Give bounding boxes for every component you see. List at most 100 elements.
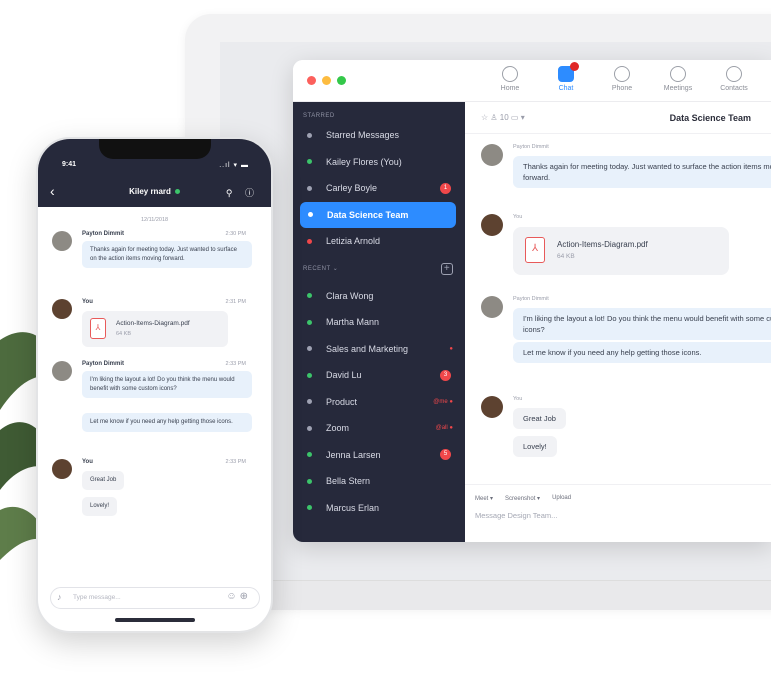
microphone-icon[interactable]: ♪ <box>57 592 62 602</box>
sender-name: You <box>513 396 523 402</box>
sender-name: Payton Dimmit <box>82 361 125 367</box>
nav-meetings[interactable]: Meetings <box>661 66 695 92</box>
contacts-icon <box>726 66 742 82</box>
avatar <box>481 144 503 166</box>
message-bubble: I'm liking the layout a lot! Do you thin… <box>513 308 771 340</box>
sidebar-item-label: Letizia Arnold <box>326 236 381 247</box>
emoji-icon[interactable]: ☺⊕ <box>226 591 251 602</box>
sidebar-item-data-science-team[interactable]: Data Science Team <box>300 201 456 228</box>
sidebar-item-label: Clara Wong <box>326 290 374 301</box>
starred-list: Starred Messages Kailey Flores (You) Carle… <box>293 122 465 255</box>
status-dot-icon <box>307 319 312 325</box>
chevron-down-icon[interactable]: ⌄ <box>333 266 339 272</box>
nav-home[interactable]: Home <box>493 66 527 92</box>
avatar <box>52 231 72 251</box>
avatar <box>481 214 503 236</box>
nav-phone[interactable]: Phone <box>605 66 639 92</box>
date-separator: 12/11/2018 <box>140 217 169 223</box>
meet-button[interactable]: Meet ▾ <box>475 495 493 502</box>
sender-name: Payton Dimmit <box>82 231 125 237</box>
sidebar-item-kailey-flores-you[interactable]: Kailey Flores (You) <box>293 149 465 176</box>
sidebar-item-david-lu[interactable]: David Lu 3 <box>293 362 465 389</box>
chat-badge <box>570 62 579 71</box>
unread-badge: 1 <box>440 182 451 194</box>
phone-message-input[interactable]: ♪ Type message... ☺⊕ <box>50 587 260 609</box>
header-tools[interactable]: ☆ ♙ 10 ▭ ▾ <box>481 113 525 122</box>
phone-icon <box>614 66 630 82</box>
pdf-icon: ⅄ <box>90 318 106 339</box>
title-bar: Home Chat Phone Meetings Contacts <box>293 60 771 102</box>
unread-badge: 3 <box>440 369 451 381</box>
status-dot-icon <box>307 425 312 431</box>
file-size: 64 KB <box>557 253 575 260</box>
add-chat-button[interactable]: + <box>441 262 453 275</box>
chat-header: ☆ ♙ 10 ▭ ▾ Data Science Team <box>465 102 771 134</box>
sender-name: Payton Dimmit <box>513 296 549 302</box>
sidebar-item-martha-mann[interactable]: Martha Mann <box>293 309 465 336</box>
nav-contacts[interactable]: Contacts <box>717 66 751 92</box>
phone-header-actions[interactable]: ⚲ ⓘ <box>226 186 259 199</box>
avatar <box>481 296 503 318</box>
sidebar-item-sales-and-marketing[interactable]: Sales and Marketing ● <box>293 336 465 363</box>
phone-status-bar: 9:41 ..ıl ▾ ▬ <box>38 139 271 179</box>
sidebar-item-bella-stern[interactable]: Bella Stern <box>293 468 465 495</box>
sidebar-item-carley-boyle[interactable]: Carley Boyle 1 <box>293 175 465 202</box>
sidebar-item-label: Jenna Larsen <box>326 449 381 460</box>
sidebar-item-label: Carley Boyle <box>326 183 378 194</box>
close-window-button[interactable] <box>307 76 316 85</box>
recent-section-label: RECENT <box>303 265 331 272</box>
phone-chat-title-text: Kiley rnard <box>129 187 171 196</box>
status-dot-icon <box>307 452 312 458</box>
nav-meetings-label: Meetings <box>663 85 693 92</box>
file-attachment[interactable]: ⅄ Action-Items-Diagram.pdf 64 KB <box>513 227 729 275</box>
status-dot-icon <box>307 238 312 244</box>
sender-name: You <box>82 459 93 465</box>
message-bubble: Lovely! <box>82 497 118 516</box>
nav-phone-label: Phone <box>611 85 633 92</box>
message-bubble: Thanks again for meeting today. Just wan… <box>82 241 252 268</box>
sidebar-item-product[interactable]: Product @me ● <box>293 389 465 416</box>
sidebar-item-label: Martha Mann <box>326 317 380 328</box>
sidebar-item-zoom[interactable]: Zoom @all ● <box>293 415 465 442</box>
pdf-icon: ⅄ <box>525 237 545 263</box>
file-attachment[interactable]: ⅄ Action-Items-Diagram.pdf 64 KB <box>82 311 228 347</box>
home-icon <box>502 66 518 82</box>
unread-badge: 5 <box>440 449 451 461</box>
mention-tag: @all ● <box>435 425 453 432</box>
chat-panel: ☆ ♙ 10 ▭ ▾ Data Science Team Payton Dimm… <box>465 102 771 542</box>
sidebar-item-label: Sales and Marketing <box>326 343 409 354</box>
message-bubble: Lovely! <box>513 436 557 457</box>
nav-contacts-label: Contacts <box>720 85 748 92</box>
sidebar-item-label: David Lu <box>326 370 362 381</box>
upload-button[interactable]: Upload <box>552 495 571 502</box>
sidebar-item-label: Marcus Erlan <box>326 502 380 513</box>
phone-time: 9:41 <box>62 161 77 168</box>
phone-chat-header: ‹ Kiley rnard ⚲ ⓘ <box>38 179 271 207</box>
screenshot-button[interactable]: Screenshot ▾ <box>505 495 540 502</box>
message-bubble: I'm liking the layout a lot! Do you thin… <box>82 371 252 398</box>
nav-home-label: Home <box>500 85 520 92</box>
sidebar: STARRED Starred Messages Kailey Flores (Y… <box>293 102 465 542</box>
nav-chat[interactable]: Chat <box>549 62 583 92</box>
channel-title: Data Science Team <box>669 112 751 123</box>
sidebar-item-marcus-erlan[interactable]: Marcus Erlan <box>293 495 465 522</box>
sidebar-item-starred-messages[interactable]: Starred Messages <box>293 122 465 149</box>
sidebar-item-jenna-larsen[interactable]: Jenna Larsen 5 <box>293 442 465 469</box>
avatar <box>52 299 72 319</box>
laptop-base <box>225 580 771 610</box>
recent-section-header: RECENT ⌄ + <box>293 255 465 283</box>
sidebar-item-letizia-arnold[interactable]: Letizia Arnold <box>293 228 465 255</box>
chat-icon <box>558 62 579 82</box>
minimize-window-button[interactable] <box>322 76 331 85</box>
maximize-window-button[interactable] <box>337 76 346 85</box>
sidebar-item-label: Starred Messages <box>326 130 400 141</box>
marketing-stage: Home Chat Phone Meetings Contacts STARRE… <box>0 0 771 681</box>
online-status-icon <box>174 189 180 195</box>
message-time: 2:33 PM <box>225 361 246 367</box>
sidebar-item-label: Product <box>326 396 358 407</box>
status-dot-icon <box>307 132 312 138</box>
window-controls <box>307 76 346 85</box>
status-dot-icon <box>307 346 312 352</box>
message-input[interactable]: Message Design Team... <box>475 511 557 520</box>
sidebar-item-clara-wong[interactable]: Clara Wong <box>293 283 465 310</box>
